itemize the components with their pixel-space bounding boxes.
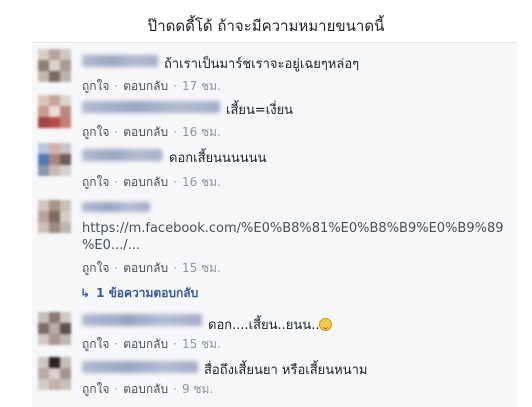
reply-link[interactable]: ตอบกลับ <box>123 382 168 396</box>
reply-arrow-icon: ↳ <box>80 286 91 300</box>
comment-meta: ถูกใจ · ตอบกลับ · 17 ชม. <box>82 79 221 93</box>
comment-text: ดอกเสี้ยนนนนนน <box>169 151 267 166</box>
comment-time[interactable]: 15 ชม. <box>182 337 221 351</box>
comment-link[interactable]: https://m.facebook.com/%E0%B8%81%E0%B8%B… <box>82 220 512 254</box>
commenter-name[interactable] <box>82 202 150 212</box>
view-replies-link[interactable]: ↳ 1 ข้อความตอบกลับ <box>80 284 198 303</box>
comment-time[interactable]: 17 ชม. <box>182 79 221 93</box>
like-link[interactable]: ถูกใจ <box>82 382 109 396</box>
smiley-emoji-icon <box>319 318 333 331</box>
comment-meta: ถูกใจ · ตอบกลับ · 16 ชม. <box>82 125 221 139</box>
page-title: ป๊าดดดี้โด้ ถ้าจะมีความหมายขนาดนี้ <box>147 17 385 35</box>
like-link[interactable]: ถูกใจ <box>82 175 109 189</box>
comment-text: ดอก....เสี้ยน..ยนน.. <box>208 314 333 335</box>
comment-text: ถ้าเราเป็นมาร์ชเราจะอยู่เฉยๆหล่อๆ <box>164 57 360 72</box>
comment-meta: ถูกใจ · ตอบกลับ · 15 ชม. <box>82 261 221 275</box>
avatar[interactable] <box>38 143 71 176</box>
comment-link-line-2[interactable]: %E0.../... <box>82 238 140 253</box>
avatar[interactable] <box>38 200 71 233</box>
avatar[interactable] <box>38 312 71 345</box>
commenter-name[interactable] <box>82 55 158 67</box>
commenter-name[interactable] <box>82 361 198 373</box>
comment-meta: ถูกใจ · ตอบกลับ · 16 ชม. <box>82 175 221 189</box>
comment-time[interactable]: 9 ชม. <box>182 382 213 396</box>
commenter-name[interactable] <box>82 314 202 326</box>
avatar[interactable] <box>38 357 71 390</box>
reply-link[interactable]: ตอบกลับ <box>123 261 168 275</box>
reply-link[interactable]: ตอบกลับ <box>123 337 168 351</box>
avatar[interactable] <box>38 49 71 82</box>
comment-time[interactable]: 16 ชม. <box>182 175 221 189</box>
like-link[interactable]: ถูกใจ <box>82 79 109 93</box>
comment-text-content: ดอก....เสี้ยน..ยนน.. <box>208 318 320 333</box>
like-link[interactable]: ถูกใจ <box>82 337 109 351</box>
reply-link[interactable]: ตอบกลับ <box>123 125 168 139</box>
reply-link[interactable]: ตอบกลับ <box>123 175 168 189</box>
comment-link-line-1[interactable]: https://m.facebook.com/%E0%B8%81%E0%B8%B… <box>82 221 504 236</box>
like-link[interactable]: ถูกใจ <box>82 125 109 139</box>
commenter-name[interactable] <box>82 101 220 113</box>
comment-meta: ถูกใจ · ตอบกลับ · 15 ชม. <box>82 337 221 351</box>
commenter-name[interactable] <box>82 149 162 161</box>
reply-link[interactable]: ตอบกลับ <box>123 79 168 93</box>
comment-time[interactable]: 16 ชม. <box>182 125 221 139</box>
avatar[interactable] <box>38 95 71 128</box>
comment-text: เสี้ยน=เงี่ยน <box>226 103 294 118</box>
comment-text: สื่อถึงเสี้ยนยา หรือเสี้ยนหนาม <box>204 363 368 378</box>
comment-time[interactable]: 15 ชม. <box>182 261 221 275</box>
view-replies-label[interactable]: 1 ข้อความตอบกลับ <box>96 286 198 300</box>
comment-meta: ถูกใจ · ตอบกลับ · 9 ชม. <box>82 382 214 396</box>
like-link[interactable]: ถูกใจ <box>82 261 109 275</box>
